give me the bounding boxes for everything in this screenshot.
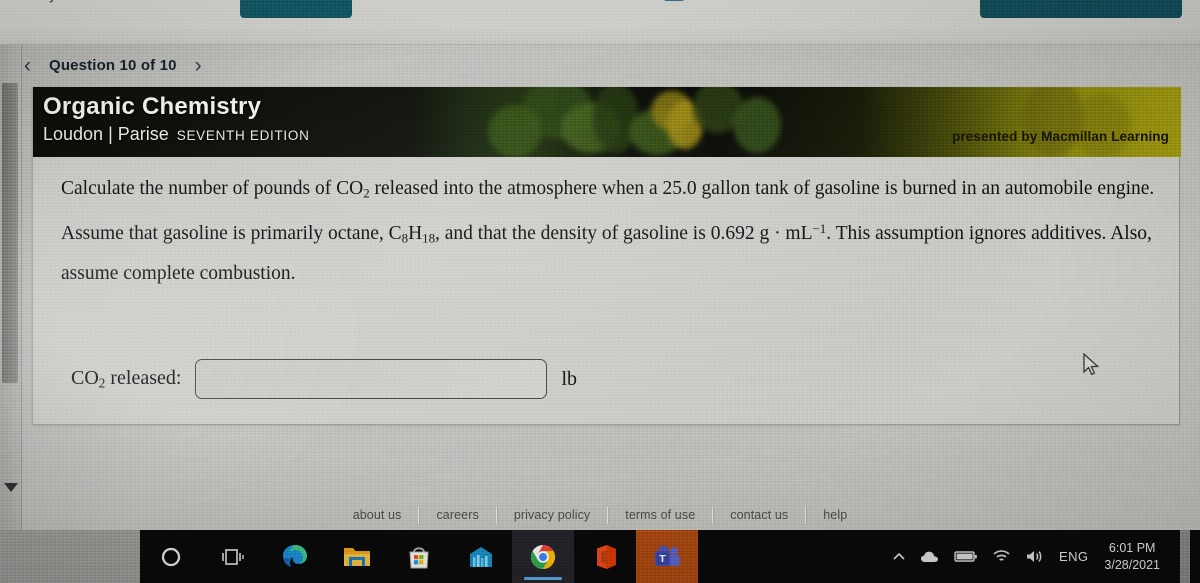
chevron-right-icon[interactable]: › [195, 55, 202, 76]
battery-icon[interactable] [954, 550, 978, 563]
page-body: ‹ Question 10 of 10 › Organic Chemistry [0, 45, 1200, 530]
clock-date: 3/28/2021 [1104, 557, 1160, 572]
top-bar-teal-button[interactable] [240, 0, 352, 18]
speaker-icon[interactable] [1025, 549, 1045, 564]
clock-time: 6:01 PM [1108, 540, 1156, 555]
question-part-1: Calculate the number of pounds of CO [61, 178, 364, 199]
cortana-circle-icon[interactable] [140, 530, 202, 583]
taskbar-icons: T [140, 530, 698, 583]
answer-input[interactable] [195, 359, 548, 399]
textbook-edition: SEVENTH EDITION [176, 128, 310, 143]
answer-label: CO2 released: [71, 367, 181, 392]
presented-by-label: presented by Macmillan Learning [952, 129, 1169, 144]
svg-text:T: T [659, 553, 666, 565]
question-text: Calculate the number of pounds of CO2 re… [61, 171, 1169, 291]
textbook-authors: Loudon | Parise SEVENTH EDITION [43, 124, 310, 145]
footer-links: about us careers privacy policy terms of us… [0, 500, 1200, 530]
footer-link-about-us[interactable]: about us [336, 508, 419, 522]
language-indicator[interactable]: ENG [1059, 549, 1088, 564]
microsoft-teams-icon[interactable]: T [636, 530, 698, 583]
app-top-bar: My... Resources Hints [0, 0, 1200, 45]
footer-link-terms-of-use[interactable]: terms of use [608, 508, 712, 522]
footer-link-privacy-policy[interactable]: privacy policy [497, 508, 607, 522]
task-view-icon[interactable] [202, 530, 264, 583]
clock[interactable]: 6:01 PM 3/28/2021 [1102, 540, 1160, 574]
top-bar-resources-label[interactable]: Resources [688, 0, 754, 3]
scroll-down-arrow-icon[interactable] [4, 483, 18, 492]
answer-unit-label: lb [561, 367, 578, 390]
check-answer-button[interactable] [980, 0, 1182, 18]
chrome-browser-icon[interactable] [512, 530, 574, 583]
resources-icon [664, 0, 684, 1]
question-nav: ‹ Question 10 of 10 › [24, 47, 1174, 83]
system-tray: ENG 6:01 PM 3/28/2021 [892, 530, 1200, 583]
answer-label-co: CO [71, 366, 99, 389]
question-counter-label: Question 10 of 10 [49, 56, 177, 74]
octane-h-subscript: 18 [422, 231, 436, 246]
file-explorer-icon[interactable] [326, 530, 388, 583]
octane-h: H [408, 222, 423, 244]
taskbar-right-edge [1180, 530, 1190, 583]
monitor-screen: My... Resources Hints ‹ Question 10 of 1… [0, 0, 1200, 583]
scrollbar-thumb[interactable] [2, 83, 18, 383]
textbook-title: Organic Chemistry [43, 93, 262, 120]
page-scrollbar[interactable] [0, 45, 22, 530]
blue-app-icon[interactable] [450, 530, 512, 583]
top-bar-left-label: My... [38, 0, 66, 3]
footer-link-help[interactable]: help [806, 508, 864, 522]
wifi-icon[interactable] [992, 549, 1011, 564]
chevron-up-icon[interactable] [892, 551, 906, 563]
windows-taskbar: T ENG 6:01 PM 3/28/2021 [0, 530, 1200, 583]
chevron-left-icon[interactable]: ‹ [24, 55, 31, 76]
footer-link-contact-us[interactable]: contact us [713, 508, 805, 522]
answer-row: CO2 released: lb [71, 359, 577, 399]
microsoft-store-icon[interactable] [388, 530, 450, 583]
footer-link-careers[interactable]: careers [419, 508, 495, 522]
answer-label-tail: released: [105, 366, 182, 389]
question-card: Organic Chemistry Loudon | Parise SEVENT… [32, 87, 1181, 425]
density-exponent: −1 [812, 221, 827, 236]
cloud-icon[interactable] [920, 550, 940, 564]
office-app-icon[interactable] [574, 530, 636, 583]
authors-names: Loudon | Parise [43, 124, 169, 144]
edge-browser-icon[interactable] [264, 530, 326, 583]
taskbar-left-edge [0, 530, 140, 583]
question-part-3: , and that the density of gasoline is 0.… [435, 222, 813, 244]
textbook-banner: Organic Chemistry Loudon | Parise SEVENT… [33, 87, 1181, 157]
